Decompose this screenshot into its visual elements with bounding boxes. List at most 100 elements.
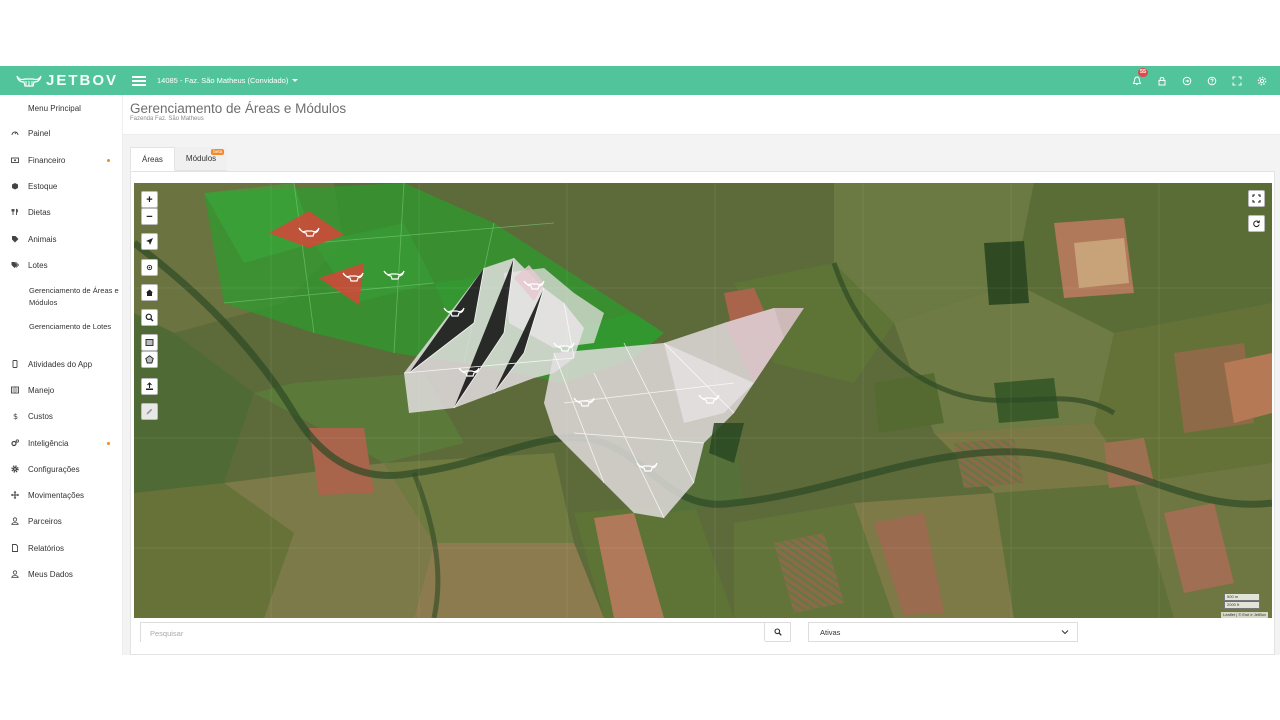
zoom-out-button[interactable]: − — [141, 208, 158, 225]
gauge-icon — [10, 128, 20, 138]
tag-icon — [10, 234, 20, 244]
sidebar-item-label: Atividades do App — [28, 359, 93, 369]
sidebar-subitem-lotes[interactable]: Gerenciamento de Lotes — [29, 321, 119, 333]
refresh-button[interactable] — [1248, 215, 1265, 232]
cutlery-icon — [10, 207, 20, 217]
logout-button[interactable] — [1174, 66, 1199, 95]
sidebar-item-financeiro[interactable]: Financeiro — [0, 151, 122, 169]
content: Áreas Módulos beta + − 500 m 2000 ft Lea… — [123, 135, 1280, 655]
sidebar-item-meus-dados[interactable]: Meus Dados — [0, 565, 122, 583]
bull-logo-icon — [16, 75, 42, 87]
sidebar-item-relatorios[interactable]: Relatórios — [0, 539, 122, 557]
home-button[interactable] — [141, 284, 158, 301]
sidebar-item-manejo[interactable]: Manejo — [0, 381, 122, 399]
sidebar-item-label: Configurações — [28, 464, 80, 474]
crosshair-icon — [146, 264, 153, 271]
search-map-button[interactable] — [141, 309, 158, 326]
help-button[interactable] — [1199, 66, 1224, 95]
sidebar-item-label: Painel — [28, 128, 51, 138]
mobile-icon — [10, 359, 20, 369]
clipboard-icon — [10, 385, 20, 395]
tab-modulos[interactable]: Módulos beta — [174, 147, 228, 171]
sidebar-item-painel[interactable]: Painel — [0, 124, 122, 142]
locate-button[interactable] — [141, 233, 158, 250]
settings-button[interactable] — [1249, 66, 1274, 95]
logout-icon — [1182, 76, 1191, 85]
main-area: Gerenciamento de Áreas e Módulos Fazenda… — [123, 95, 1280, 655]
search-bar — [140, 622, 791, 643]
farm-selector-label: 14085 - Faz. São Matheus (Convidado) — [157, 76, 289, 85]
search-input[interactable] — [141, 624, 765, 643]
home-icon — [146, 289, 153, 296]
tab-areas[interactable]: Áreas — [130, 147, 175, 171]
sidebar-item-lotes[interactable]: Lotes — [0, 256, 122, 274]
map-fullscreen-button[interactable] — [1248, 190, 1265, 207]
top-icons: 55 — [1124, 66, 1274, 95]
sidebar-item-label: Movimentações — [28, 490, 85, 500]
dollar-icon: $ — [10, 411, 20, 421]
gear-icon — [1257, 76, 1266, 85]
arrows-icon — [10, 490, 20, 500]
settings-icon — [10, 464, 20, 474]
sidebar-item-label: Dietas — [28, 207, 51, 217]
draw-polygon-button[interactable] — [141, 351, 158, 368]
sidebar-item-custos[interactable]: $ Custos — [0, 407, 122, 425]
page-title: Gerenciamento de Áreas e Módulos — [130, 101, 347, 116]
sidebar-item-label: Financeiro — [28, 155, 66, 165]
farm-selector[interactable]: 14085 - Faz. São Matheus (Convidado) — [157, 76, 299, 85]
satellite-map[interactable]: + − 500 m 2000 ft Leaflet | © Esri e Jet… — [134, 183, 1272, 618]
tab-bar: Áreas Módulos beta — [130, 147, 228, 171]
tab-modulos-label: Módulos — [185, 154, 217, 163]
map-attribution[interactable]: Leaflet | © Esri e JetBov — [1221, 612, 1268, 618]
brand[interactable]: JETBOV — [0, 66, 122, 95]
sidebar-item-parceiros[interactable]: Parceiros — [0, 512, 122, 530]
location-arrow-icon — [146, 238, 153, 245]
cogs-icon — [10, 438, 20, 448]
sidebar-item-movimentacoes[interactable]: Movimentações — [0, 486, 122, 504]
bell-icon — [1132, 75, 1141, 85]
status-select[interactable]: Ativas — [808, 622, 1078, 642]
center-button[interactable] — [141, 259, 158, 276]
sidebar-item-estoque[interactable]: Estoque — [0, 177, 122, 195]
search-button[interactable] — [764, 623, 790, 641]
user-icon — [10, 516, 20, 526]
draw-rectangle-button[interactable] — [141, 334, 158, 351]
upload-button[interactable] — [141, 378, 158, 395]
user-icon — [10, 569, 20, 579]
fullscreen-button[interactable] — [1224, 66, 1249, 95]
chevron-down-icon — [1061, 630, 1069, 635]
upload-icon — [146, 382, 153, 390]
notification-badge: 55 — [1138, 68, 1149, 77]
sidebar-item-dietas[interactable]: Dietas — [0, 203, 122, 221]
beta-badge: beta — [211, 149, 225, 155]
scale-imperial: 2000 ft — [1224, 602, 1260, 609]
map-scale: 500 m 2000 ft — [1224, 594, 1260, 609]
sidebar-subitem-areas-modulos[interactable]: Gerenciamento de Áreas e Módulos — [29, 285, 119, 309]
sidebar-item-label: Inteligência — [28, 438, 69, 448]
app-window: JETBOV 14085 - Faz. São Matheus (Convida… — [0, 66, 1280, 655]
status-select-value: Ativas — [820, 627, 841, 637]
brand-name: JETBOV — [46, 72, 119, 89]
money-icon — [10, 155, 20, 165]
menu-toggle-icon[interactable] — [132, 75, 146, 86]
sidebar-item-inteligencia[interactable]: Inteligência — [0, 434, 122, 452]
sidebar-item-label: Estoque — [28, 181, 58, 191]
tags-icon — [10, 260, 20, 270]
notification-dot — [107, 159, 110, 162]
notifications-button[interactable]: 55 — [1124, 66, 1149, 95]
sidebar-item-animais[interactable]: Animais — [0, 230, 122, 248]
notification-dot — [107, 442, 110, 445]
refresh-icon — [1253, 220, 1260, 228]
zoom-in-button[interactable]: + — [141, 191, 158, 208]
page-subtitle: Fazenda Faz. São Matheus — [130, 116, 204, 122]
help-icon — [1207, 76, 1216, 85]
polygon-icon — [145, 355, 154, 364]
sidebar-item-label: Custos — [28, 411, 53, 421]
top-bar: JETBOV 14085 - Faz. São Matheus (Convida… — [0, 66, 1280, 95]
pencil-icon — [146, 408, 153, 415]
lock-button[interactable] — [1149, 66, 1174, 95]
edit-button[interactable] — [141, 403, 158, 420]
fullscreen-icon — [1232, 76, 1241, 85]
sidebar-item-configuracoes[interactable]: Configurações — [0, 460, 122, 478]
sidebar-item-atividades[interactable]: Atividades do App — [0, 355, 122, 373]
